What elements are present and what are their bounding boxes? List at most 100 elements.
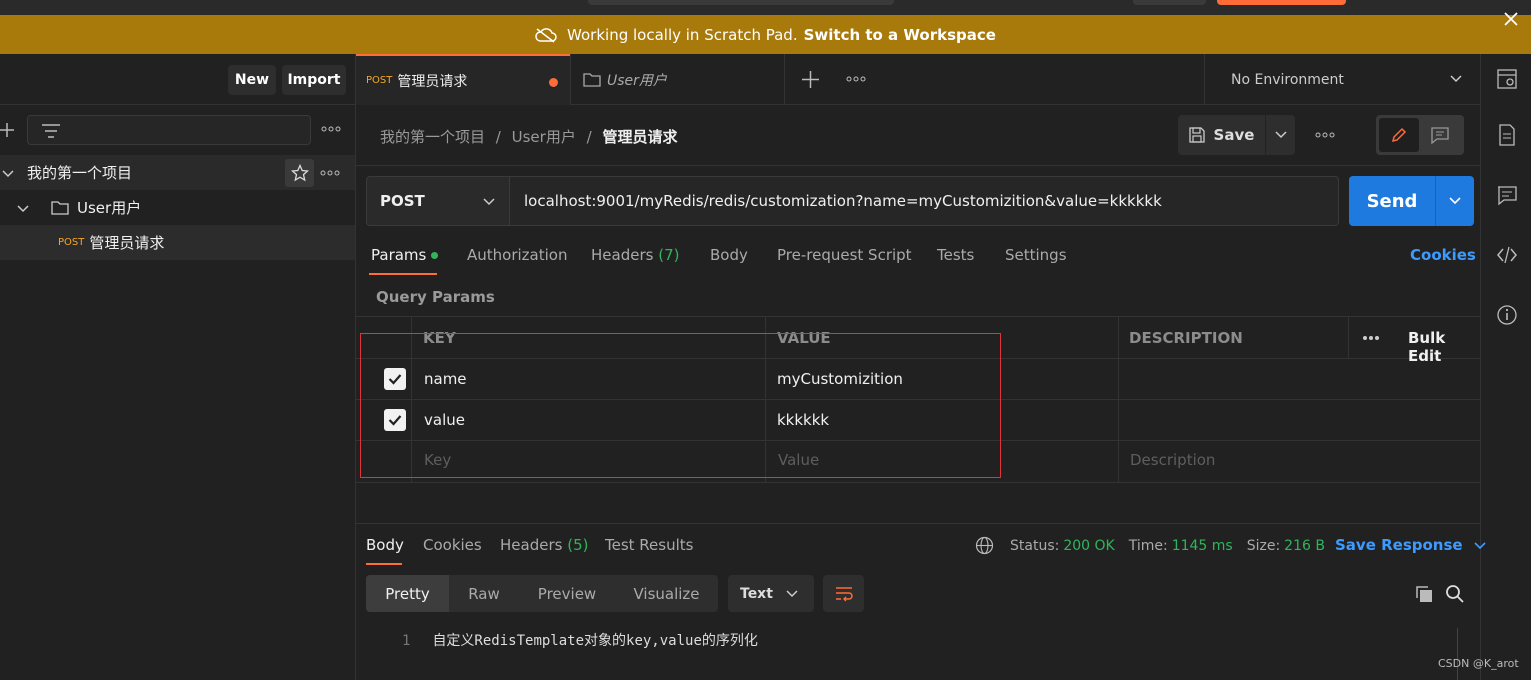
chevron-down-icon <box>483 198 495 206</box>
breadcrumb-folder[interactable]: User用户 <box>512 128 576 146</box>
chevron-down-icon <box>1474 542 1486 550</box>
format-preview[interactable]: Preview <box>522 575 612 612</box>
wrap-lines-button[interactable] <box>823 575 864 612</box>
response-tab-body[interactable]: Body <box>366 536 404 554</box>
bulk-edit-button[interactable]: Bulk Edit <box>1408 329 1480 365</box>
unsaved-dot <box>549 78 558 87</box>
tab-params-label: Params <box>371 246 427 264</box>
divider <box>356 523 1480 524</box>
search-input[interactable] <box>27 115 311 145</box>
column-divider <box>1348 316 1349 358</box>
request-item[interactable]: POST 管理员请求 <box>0 225 355 260</box>
chevron-down-icon <box>786 590 798 598</box>
time-value: 1145 ms <box>1171 537 1233 554</box>
globe-icon[interactable] <box>975 536 994 555</box>
environment-quick-look-icon[interactable] <box>1496 68 1518 90</box>
header-button-edge[interactable] <box>1133 0 1206 5</box>
scrollbar[interactable] <box>1457 628 1458 680</box>
code-icon[interactable] <box>1496 244 1518 266</box>
tab-prerequest-script[interactable]: Pre-request Script <box>777 246 912 264</box>
send-dropdown-button[interactable] <box>1435 176 1474 226</box>
folder-item[interactable]: User用户 <box>0 190 355 225</box>
line-number: 1 <box>402 633 411 649</box>
environment-value: No Environment <box>1231 71 1344 88</box>
more-options-icon[interactable] <box>1315 132 1335 138</box>
close-icon[interactable] <box>1501 9 1521 29</box>
breadcrumb: 我的第一个项目 / User用户 / 管理员请求 <box>380 126 677 147</box>
tab-tests[interactable]: Tests <box>937 246 974 264</box>
method-value: POST <box>380 192 425 210</box>
documentation-icon[interactable] <box>1496 124 1518 146</box>
comment-mode-icon[interactable] <box>1430 126 1450 144</box>
scratch-pad-banner: Working locally in Scratch Pad. Switch t… <box>0 15 1531 54</box>
new-tab-icon[interactable] <box>802 71 819 88</box>
chevron-down-icon[interactable] <box>2 167 14 179</box>
tab-request[interactable]: POST 管理员请求 <box>356 54 570 105</box>
edit-mode-button[interactable] <box>1379 118 1419 152</box>
method-select[interactable]: POST <box>366 176 510 226</box>
wrap-lines-icon <box>835 586 853 601</box>
response-headers-count: (5) <box>567 536 589 554</box>
folder-name: User用户 <box>77 199 142 217</box>
tab-settings[interactable]: Settings <box>1005 246 1067 264</box>
more-tabs-icon[interactable] <box>846 76 866 82</box>
size-label: Size: <box>1246 537 1281 554</box>
highlight-box <box>360 333 1001 478</box>
chevron-down-icon[interactable] <box>17 202 29 214</box>
chevron-down-icon <box>1449 197 1461 205</box>
save-button[interactable]: Save <box>1178 115 1264 155</box>
divider <box>356 165 1480 166</box>
breadcrumb-project[interactable]: 我的第一个项目 <box>380 128 485 146</box>
info-icon[interactable] <box>1496 304 1518 326</box>
send-button[interactable]: Send <box>1349 176 1435 226</box>
import-button[interactable]: Import <box>282 65 346 95</box>
environment-select[interactable]: No Environment <box>1204 54 1480 105</box>
request-name: 管理员请求 <box>89 234 165 252</box>
response-tab-cookies[interactable]: Cookies <box>423 536 482 554</box>
status-value: 200 OK <box>1063 537 1115 554</box>
new-button[interactable]: New <box>228 65 276 95</box>
method-badge: POST <box>58 237 85 248</box>
collection-item[interactable]: 我的第一个项目 <box>0 155 355 190</box>
language-select[interactable]: Text <box>728 575 814 612</box>
banner-message: Working locally in Scratch Pad. <box>567 25 798 44</box>
status-label: Status: <box>1010 537 1060 554</box>
save-dropdown-button[interactable] <box>1265 115 1295 155</box>
response-tab-test-results[interactable]: Test Results <box>605 536 693 554</box>
tab-authorization[interactable]: Authorization <box>467 246 567 264</box>
filter-icon <box>42 124 60 138</box>
tab-body[interactable]: Body <box>710 246 748 264</box>
star-button[interactable] <box>285 159 314 187</box>
format-visualize[interactable]: Visualize <box>615 575 718 612</box>
search-bar-edge[interactable] <box>588 0 894 5</box>
save-response-button[interactable]: Save Response <box>1335 536 1486 554</box>
line-text: 自定义RedisTemplate对象的key,value的序列化 <box>432 633 758 649</box>
more-options-icon[interactable] <box>320 170 340 176</box>
tab-headers[interactable]: Headers (7) <box>591 246 679 264</box>
plus-icon[interactable] <box>0 122 16 138</box>
search-icon[interactable] <box>1445 584 1465 604</box>
folder-icon <box>583 73 601 87</box>
tab-params[interactable]: Params <box>371 246 439 264</box>
tab-folder[interactable]: User用户 <box>570 54 785 105</box>
column-divider <box>1118 316 1119 482</box>
format-pretty[interactable]: Pretty <box>366 575 449 612</box>
method-badge: POST <box>366 75 393 86</box>
description-input[interactable]: Description <box>1130 451 1215 469</box>
comments-icon[interactable] <box>1496 184 1518 206</box>
cloud-off-icon <box>535 27 557 43</box>
sidebar: New Import 我的第一个项目 User用户 POST 管理员请求 <box>0 54 356 680</box>
tab-bar: POST 管理员请求 User用户 No Environment <box>356 54 1480 105</box>
switch-workspace-link[interactable]: Switch to a Workspace <box>804 26 996 44</box>
save-response-label: Save Response <box>1335 536 1463 554</box>
upgrade-button-edge[interactable] <box>1217 0 1346 5</box>
more-options-icon[interactable] <box>321 126 341 132</box>
more-options-icon[interactable] <box>1362 335 1380 341</box>
folder-icon <box>51 201 69 215</box>
copy-icon[interactable] <box>1414 584 1434 604</box>
url-input[interactable]: localhost:9001/myRedis/redis/customizati… <box>510 176 1339 226</box>
response-headers-label: Headers <box>500 536 563 554</box>
response-tab-headers[interactable]: Headers (5) <box>500 536 588 554</box>
format-raw[interactable]: Raw <box>449 575 519 612</box>
cookies-link[interactable]: Cookies <box>1410 246 1476 264</box>
